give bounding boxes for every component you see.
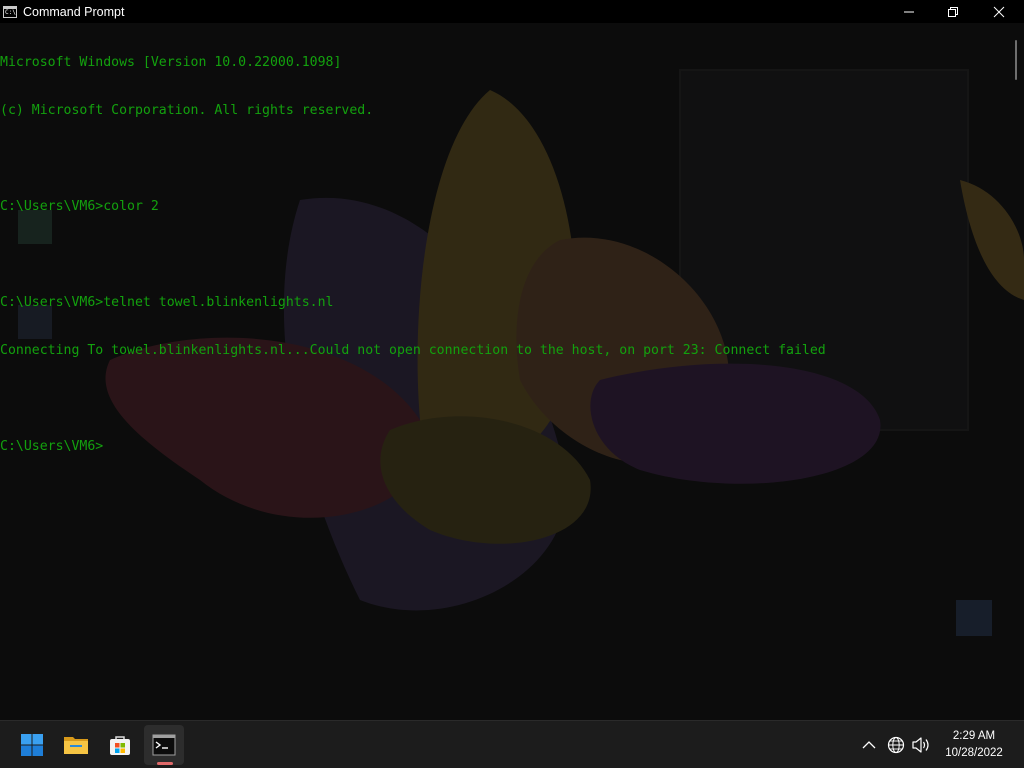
active-app-indicator — [157, 762, 173, 765]
clock[interactable]: 2:29 AM 10/28/2022 — [936, 728, 1012, 762]
scrollbar-thumb[interactable] — [1015, 40, 1017, 80]
console-line: Connecting To towel.blinkenlights.nl...C… — [0, 343, 826, 358]
console-output[interactable]: Microsoft Windows [Version 10.0.22000.10… — [0, 23, 1010, 720]
console-line: Microsoft Windows [Version 10.0.22000.10… — [0, 55, 342, 70]
console-prompt-line[interactable]: C:\Users\VM6> — [0, 439, 1010, 455]
chevron-up-icon — [862, 741, 876, 749]
file-explorer-taskbar-button[interactable] — [56, 725, 96, 765]
cmd-icon: C:\ — [3, 5, 17, 18]
clock-date: 10/28/2022 — [945, 747, 1003, 759]
title-bar[interactable]: C:\ Command Prompt — [0, 0, 1024, 23]
close-button[interactable] — [976, 0, 1022, 23]
clock-time: 2:29 AM — [952, 730, 996, 742]
console-line: C:\Users\VM6>color 2 — [0, 199, 159, 214]
command-prompt-window[interactable]: C:\ Command Prompt Microsoft Windows [Ve… — [0, 0, 1024, 720]
show-hidden-icons-button[interactable] — [858, 733, 880, 757]
minimize-button[interactable] — [886, 0, 932, 23]
window-title: Command Prompt — [23, 4, 125, 19]
volume-button[interactable] — [909, 733, 933, 757]
maximize-button[interactable] — [930, 0, 976, 23]
console-line: C:\Users\VM6>telnet towel.blinkenlights.… — [0, 295, 334, 310]
vertical-scrollbar[interactable] — [1010, 23, 1024, 720]
start-button[interactable] — [12, 725, 52, 765]
speaker-icon — [912, 737, 929, 753]
windows-start-icon — [21, 734, 43, 756]
console-line: (c) Microsoft Corporation. All rights re… — [0, 103, 374, 118]
cmd-icon — [152, 734, 176, 756]
command-prompt-taskbar-button[interactable] — [144, 725, 184, 765]
microsoft-store-taskbar-button[interactable] — [100, 725, 140, 765]
close-icon — [993, 6, 1005, 17]
minimize-icon — [904, 11, 914, 12]
taskbar: 2:29 AM 10/28/2022 — [0, 720, 1024, 768]
globe-icon — [887, 736, 905, 754]
folder-icon — [64, 737, 88, 754]
store-icon — [110, 736, 130, 755]
restore-icon — [948, 6, 958, 17]
network-button[interactable] — [885, 733, 907, 757]
